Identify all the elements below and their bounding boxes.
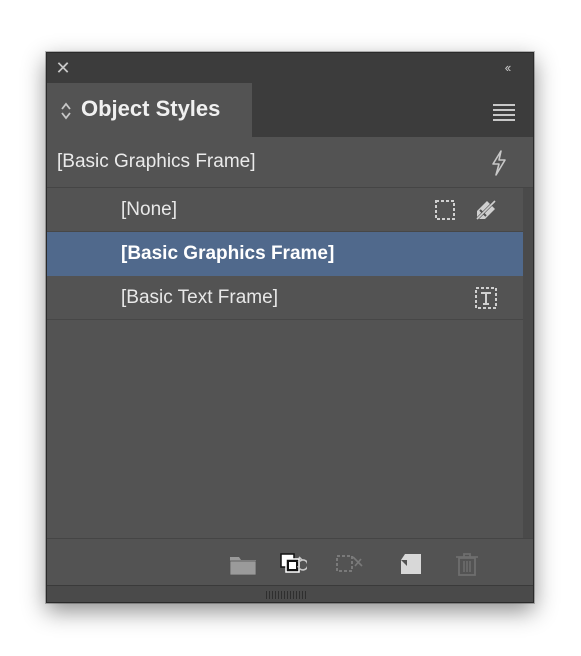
new-style-button[interactable] bbox=[397, 551, 425, 577]
style-row-none[interactable]: [None] bbox=[47, 188, 523, 232]
list-scrollbar[interactable] bbox=[523, 188, 533, 538]
close-icon[interactable]: ✕ bbox=[53, 58, 73, 78]
clear-overrides-button[interactable] bbox=[279, 551, 307, 577]
collapse-icon[interactable]: ‹‹ bbox=[497, 59, 517, 77]
default-style-label: [Basic Graphics Frame] bbox=[57, 151, 256, 172]
trash-icon[interactable] bbox=[453, 551, 481, 577]
panel-titlebar: ✕ ‹‹ bbox=[47, 53, 533, 83]
style-row-basic-graphics-frame[interactable]: [Basic Graphics Frame] bbox=[47, 232, 523, 276]
object-styles-panel: ✕ ‹‹ Object Styles [Basic Graphics Frame… bbox=[46, 52, 534, 603]
style-label: [None] bbox=[121, 199, 177, 220]
tab-object-styles[interactable]: Object Styles bbox=[47, 83, 252, 137]
default-style-row: [Basic Graphics Frame] bbox=[47, 137, 533, 188]
expand-arrows-icon bbox=[61, 102, 71, 120]
text-frame-icon bbox=[475, 287, 497, 309]
grip-lines bbox=[266, 591, 306, 599]
styles-list: [None] [Basic Graphics Frame] [Basic Tex… bbox=[47, 188, 523, 538]
lightning-bolt-icon[interactable] bbox=[489, 149, 509, 177]
style-row-basic-text-frame[interactable]: [Basic Text Frame] bbox=[47, 276, 523, 320]
panel-title: Object Styles bbox=[81, 96, 221, 121]
resize-grip[interactable] bbox=[47, 585, 533, 602]
style-label: [Basic Graphics Frame] bbox=[121, 243, 335, 264]
frame-icon bbox=[435, 200, 455, 220]
panel-tabbar: Object Styles bbox=[47, 83, 533, 137]
clear-non-style-attributes-button[interactable] bbox=[335, 551, 363, 577]
style-label: [Basic Text Frame] bbox=[121, 287, 278, 308]
eraser-icon bbox=[474, 198, 498, 222]
panel-menu-icon[interactable] bbox=[493, 104, 515, 121]
panel-toolbar bbox=[47, 538, 533, 587]
new-group-button[interactable] bbox=[229, 551, 257, 577]
